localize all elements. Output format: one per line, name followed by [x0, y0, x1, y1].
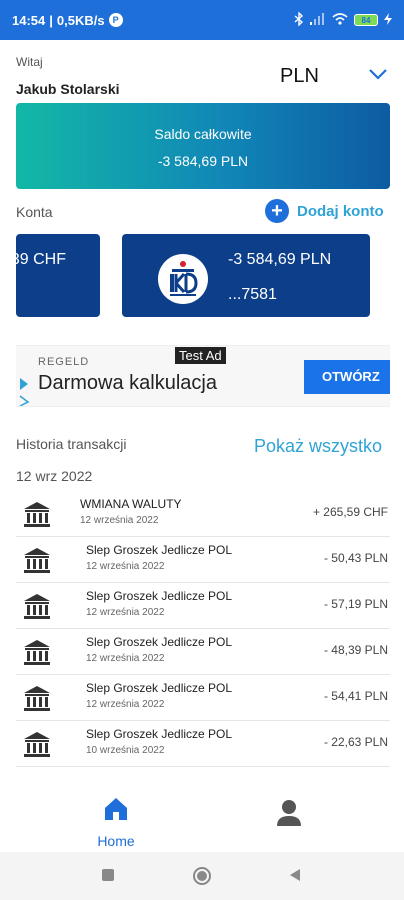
- transaction-row[interactable]: WMIANA WALUTY 12 września 2022 + 265,59 CH…: [16, 493, 390, 537]
- bank-logo-icon: [158, 254, 208, 304]
- transaction-date: 12 września 2022: [86, 561, 165, 572]
- date-group-header: 12 wrz 2022: [16, 468, 93, 484]
- transaction-amount: - 50,43 PLN: [323, 551, 388, 565]
- transaction-name: Slep Groszek Jedlicze POL: [86, 635, 233, 649]
- nav-home-tab[interactable]: Home: [96, 796, 136, 849]
- transaction-date: 12 września 2022: [80, 515, 159, 526]
- nav-home-label: Home: [97, 833, 135, 849]
- transaction-name: Slep Groszek Jedlicze POL: [86, 727, 233, 741]
- signal-icon: [310, 12, 326, 28]
- account-amount: 39 CHF: [16, 251, 66, 268]
- status-bar: 14:54 | 0,5KB/s P 84: [0, 0, 404, 40]
- bank-icon: [22, 637, 52, 667]
- transaction-row[interactable]: Slep Groszek Jedlicze POL 12 września 202…: [16, 677, 390, 721]
- transaction-amount: - 22,63 PLN: [323, 735, 388, 749]
- header: Witaj Jakub Stolarski PLN: [16, 55, 388, 100]
- account-card-chf[interactable]: 39 CHF: [16, 234, 100, 317]
- status-speed: 0,5KB/s: [56, 12, 105, 28]
- balance-value: -3 584,69 PLN: [157, 153, 249, 169]
- transaction-date: 12 września 2022: [86, 607, 165, 618]
- history-label: Historia transakcji: [16, 436, 127, 452]
- plus-icon: +: [265, 199, 289, 223]
- bottom-nav: Home: [0, 788, 404, 852]
- battery-icon: 84: [354, 14, 378, 26]
- transaction-amount: - 48,39 PLN: [323, 643, 388, 657]
- ad-title: Darmowa kalkulacja: [38, 372, 217, 394]
- transaction-name: Slep Groszek Jedlicze POL: [86, 543, 233, 557]
- bank-icon: [22, 499, 52, 529]
- charging-icon: [384, 12, 392, 28]
- chevron-down-icon[interactable]: [368, 67, 388, 81]
- transaction-row[interactable]: Slep Groszek Jedlicze POL 10 września 202…: [16, 723, 390, 767]
- back-icon[interactable]: [288, 868, 302, 887]
- ad-open-button[interactable]: OTWÓRZ: [304, 360, 390, 394]
- bank-icon: [22, 729, 52, 759]
- transaction-amount: - 54,41 PLN: [323, 689, 388, 703]
- bank-icon: [22, 545, 52, 575]
- welcome-text: Witaj: [16, 55, 43, 69]
- notification-icon: P: [108, 13, 123, 27]
- total-balance-card: Saldo całkowite -3 584,69 PLN: [16, 103, 390, 189]
- account-number: ...7581: [228, 286, 277, 303]
- add-account-button[interactable]: + Dodaj konto: [265, 199, 384, 223]
- transaction-name: WMIANA WALUTY: [80, 497, 182, 511]
- account-amount: -3 584,69 PLN: [228, 251, 332, 268]
- transaction-row[interactable]: Slep Groszek Jedlicze POL 12 września 202…: [16, 585, 390, 629]
- ad-source: REGELD: [38, 356, 90, 368]
- transaction-row[interactable]: Slep Groszek Jedlicze POL 12 września 202…: [16, 631, 390, 675]
- test-ad-badge: Test Ad: [175, 347, 226, 364]
- balance-label: Saldo całkowite: [154, 126, 252, 142]
- home-icon: [105, 798, 127, 820]
- transaction-date: 12 września 2022: [86, 699, 165, 710]
- accounts-label: Konta: [16, 204, 53, 220]
- transaction-name: Slep Groszek Jedlicze POL: [86, 589, 233, 603]
- bank-icon: [22, 683, 52, 713]
- currency-selector[interactable]: PLN: [280, 65, 319, 88]
- transaction-row[interactable]: Slep Groszek Jedlicze POL 12 września 202…: [16, 539, 390, 583]
- status-time: 14:54: [12, 12, 46, 28]
- system-nav-bar: [0, 852, 404, 900]
- ad-banner[interactable]: Test Ad REGELD Darmowa kalkulacja OTWÓRZ: [16, 345, 390, 407]
- show-all-link[interactable]: Pokaż wszystko: [254, 436, 382, 457]
- bluetooth-icon: [294, 10, 304, 29]
- transaction-amount: - 57,19 PLN: [323, 597, 388, 611]
- account-card-pln[interactable]: -3 584,69 PLN ...7581: [122, 234, 370, 317]
- recent-apps-icon[interactable]: [101, 868, 115, 887]
- transaction-date: 12 września 2022: [86, 653, 165, 664]
- bank-icon: [22, 591, 52, 621]
- add-account-label: Dodaj konto: [297, 202, 384, 220]
- transaction-date: 10 września 2022: [86, 745, 165, 756]
- wifi-icon: [332, 12, 348, 28]
- user-name: Jakub Stolarski: [16, 81, 120, 97]
- ad-choices-icon[interactable]: [18, 376, 30, 407]
- home-circle-icon[interactable]: [192, 866, 212, 891]
- transaction-name: Slep Groszek Jedlicze POL: [86, 681, 233, 695]
- profile-icon[interactable]: [276, 798, 302, 828]
- transaction-amount: + 265,59 CHF: [312, 505, 388, 519]
